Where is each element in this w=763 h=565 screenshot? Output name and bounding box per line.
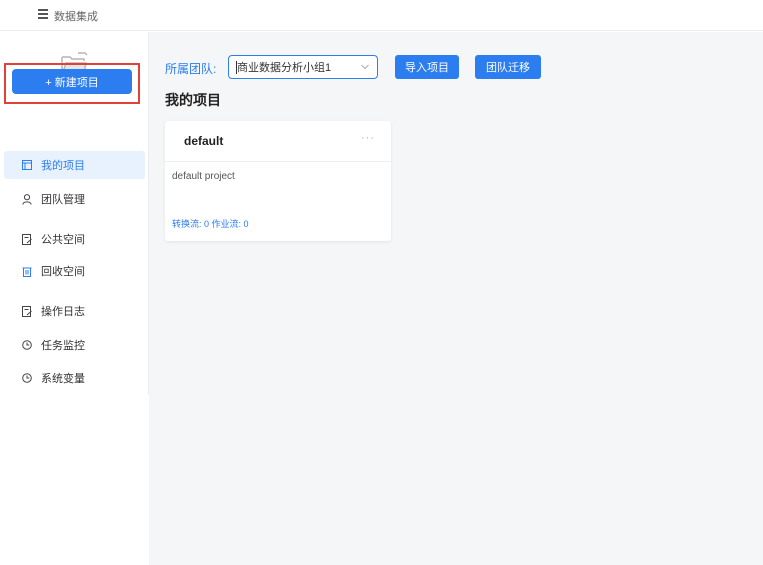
project-card[interactable]: default ··· default project 转换流: 0 作业流: … xyxy=(165,121,391,241)
top-bar: 数据集成 xyxy=(0,0,763,31)
team-select-value: 商业数据分析小组1 xyxy=(237,62,332,74)
section-title: 我的项目 xyxy=(165,92,221,108)
card-stats: 转换流: 0 作业流: 0 xyxy=(172,219,249,229)
card-header: default ··· xyxy=(165,121,391,162)
new-project-button[interactable]: + 新建项目 xyxy=(12,69,132,94)
document-icon xyxy=(21,233,32,245)
sidebar-item-label: 操作日志 xyxy=(41,306,85,318)
menu-icon[interactable] xyxy=(38,9,48,19)
more-icon[interactable]: ··· xyxy=(361,132,375,144)
sidebar-item-recycle-space[interactable]: 回收空间 xyxy=(4,257,145,285)
sidebar-item-system-variables[interactable]: 系统变量 xyxy=(4,364,145,392)
main-content xyxy=(149,32,763,565)
card-description: default project xyxy=(172,171,235,182)
log-icon xyxy=(21,305,32,317)
sidebar-item-label: 公共空间 xyxy=(41,234,85,246)
import-project-button[interactable]: 导入项目 xyxy=(395,55,459,79)
sidebar-item-label: 任务监控 xyxy=(41,340,85,352)
sidebar-item-task-monitor[interactable]: 任务监控 xyxy=(4,331,145,359)
sidebar-item-label: 系统变量 xyxy=(41,373,85,385)
sidebar-item-my-projects[interactable]: 我的项目 xyxy=(4,151,145,179)
sidebar-item-label: 团队管理 xyxy=(41,194,85,206)
sidebar-item-operation-log[interactable]: 操作日志 xyxy=(4,297,145,325)
sidebar-item-public-space[interactable]: 公共空间 xyxy=(4,225,145,253)
team-label: 所属团队: xyxy=(165,62,217,76)
sidebar-item-label: 我的项目 xyxy=(41,160,85,172)
clock-icon xyxy=(21,373,32,384)
card-title: default xyxy=(184,134,224,148)
migrate-team-button[interactable]: 团队迁移 xyxy=(475,55,541,79)
user-icon xyxy=(21,193,32,205)
trash-icon xyxy=(21,266,32,277)
project-icon xyxy=(21,160,32,171)
clock-icon xyxy=(21,340,32,351)
team-select[interactable]: 商业数据分析小组1 xyxy=(228,55,378,79)
sidebar-item-label: 回收空间 xyxy=(41,266,85,278)
app-title: 数据集成 xyxy=(54,11,98,23)
chevron-down-icon xyxy=(361,64,369,70)
text-cursor xyxy=(236,61,237,74)
sidebar-item-team-management[interactable]: 团队管理 xyxy=(4,185,145,213)
